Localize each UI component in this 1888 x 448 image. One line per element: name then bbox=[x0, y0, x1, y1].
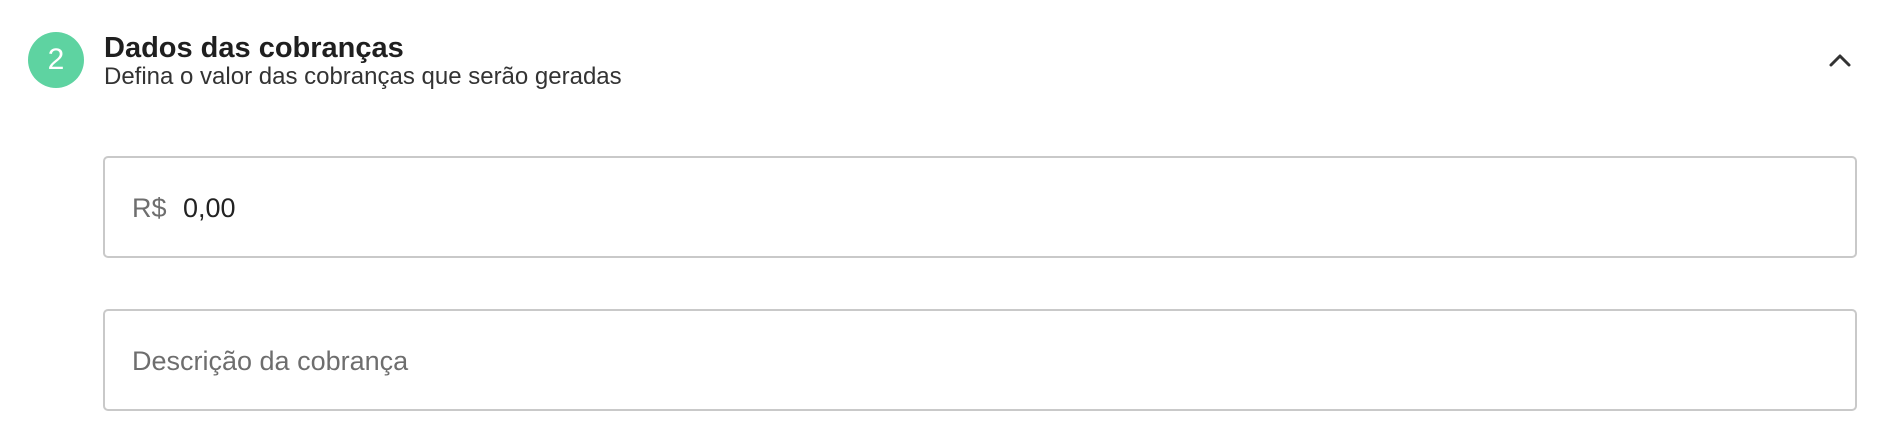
section-subtitle: Defina o valor das cobranças que serão g… bbox=[104, 63, 622, 90]
chevron-up-icon bbox=[1829, 54, 1851, 67]
currency-prefix: R$ bbox=[132, 193, 167, 223]
section-header: 2 Dados das cobranças Defina o valor das… bbox=[0, 0, 1888, 120]
description-field[interactable]: Descrição da cobrança bbox=[103, 309, 1857, 411]
amount-input[interactable]: 0,00 bbox=[183, 191, 236, 225]
description-input[interactable]: Descrição da cobrança bbox=[132, 344, 408, 378]
amount-field[interactable]: R$ 0,00 bbox=[103, 156, 1857, 258]
charge-details-section: 2 Dados das cobranças Defina o valor das… bbox=[0, 0, 1888, 448]
section-title: Dados das cobranças bbox=[104, 32, 404, 64]
step-number-badge: 2 bbox=[28, 32, 84, 88]
collapse-toggle-button[interactable] bbox=[1820, 40, 1860, 80]
